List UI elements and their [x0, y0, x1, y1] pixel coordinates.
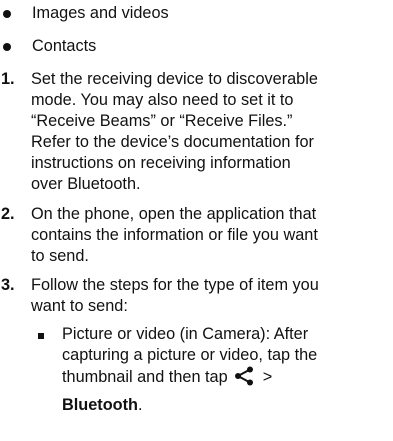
- text-line: Bluetooth.: [62, 395, 393, 416]
- step-2-text: On the phone, open the application that …: [31, 204, 393, 267]
- text-line: mode. You may also need to set it to: [31, 91, 294, 109]
- text-fragment: .: [137, 396, 143, 414]
- step-1-text: Set the receiving device to discoverable…: [31, 69, 393, 195]
- bluetooth-label: Bluetooth: [62, 396, 138, 414]
- text-line: instructions on receiving information: [31, 154, 291, 172]
- text-fragment: thumbnail and then tap: [62, 368, 228, 386]
- text-line: Follow the steps for the type of item yo…: [31, 276, 319, 294]
- text-fragment: >: [262, 368, 273, 386]
- text-line: to send.: [31, 247, 89, 265]
- text-line: Picture or video (in Camera): After: [62, 325, 309, 343]
- step-number: 1.: [1, 70, 15, 88]
- bullet-text-images-videos: Images and videos: [32, 4, 169, 22]
- bullet-text-contacts: Contacts: [32, 37, 97, 55]
- text-line: “Receive Beams” or “Receive Files.”: [31, 112, 293, 130]
- bullet-dot: [3, 10, 11, 18]
- step-number: 2.: [1, 205, 15, 223]
- step-number: 3.: [1, 276, 15, 294]
- text-line: thumbnail and then tap >: [62, 366, 393, 392]
- page: { "bullets": [ "Images and videos", "Con…: [0, 0, 393, 441]
- text-line: capturing a picture or video, tap the: [62, 346, 318, 364]
- share-icon: [234, 366, 256, 392]
- sub-bullet-square: [38, 333, 44, 339]
- text-line: Refer to the device’s documentation for: [31, 133, 314, 151]
- text-line: want to send:: [31, 297, 128, 315]
- text-line: On the phone, open the application that: [31, 205, 317, 223]
- text-line: Set the receiving device to discoverable: [31, 70, 318, 88]
- bullet-dot: [3, 43, 11, 51]
- text-line: contains the information or file you wan…: [31, 226, 318, 244]
- step-3-text: Follow the steps for the type of item yo…: [31, 275, 393, 317]
- sub-bullet-text: Picture or video (in Camera): After capt…: [62, 324, 393, 416]
- text-line: over Bluetooth.: [31, 175, 141, 193]
